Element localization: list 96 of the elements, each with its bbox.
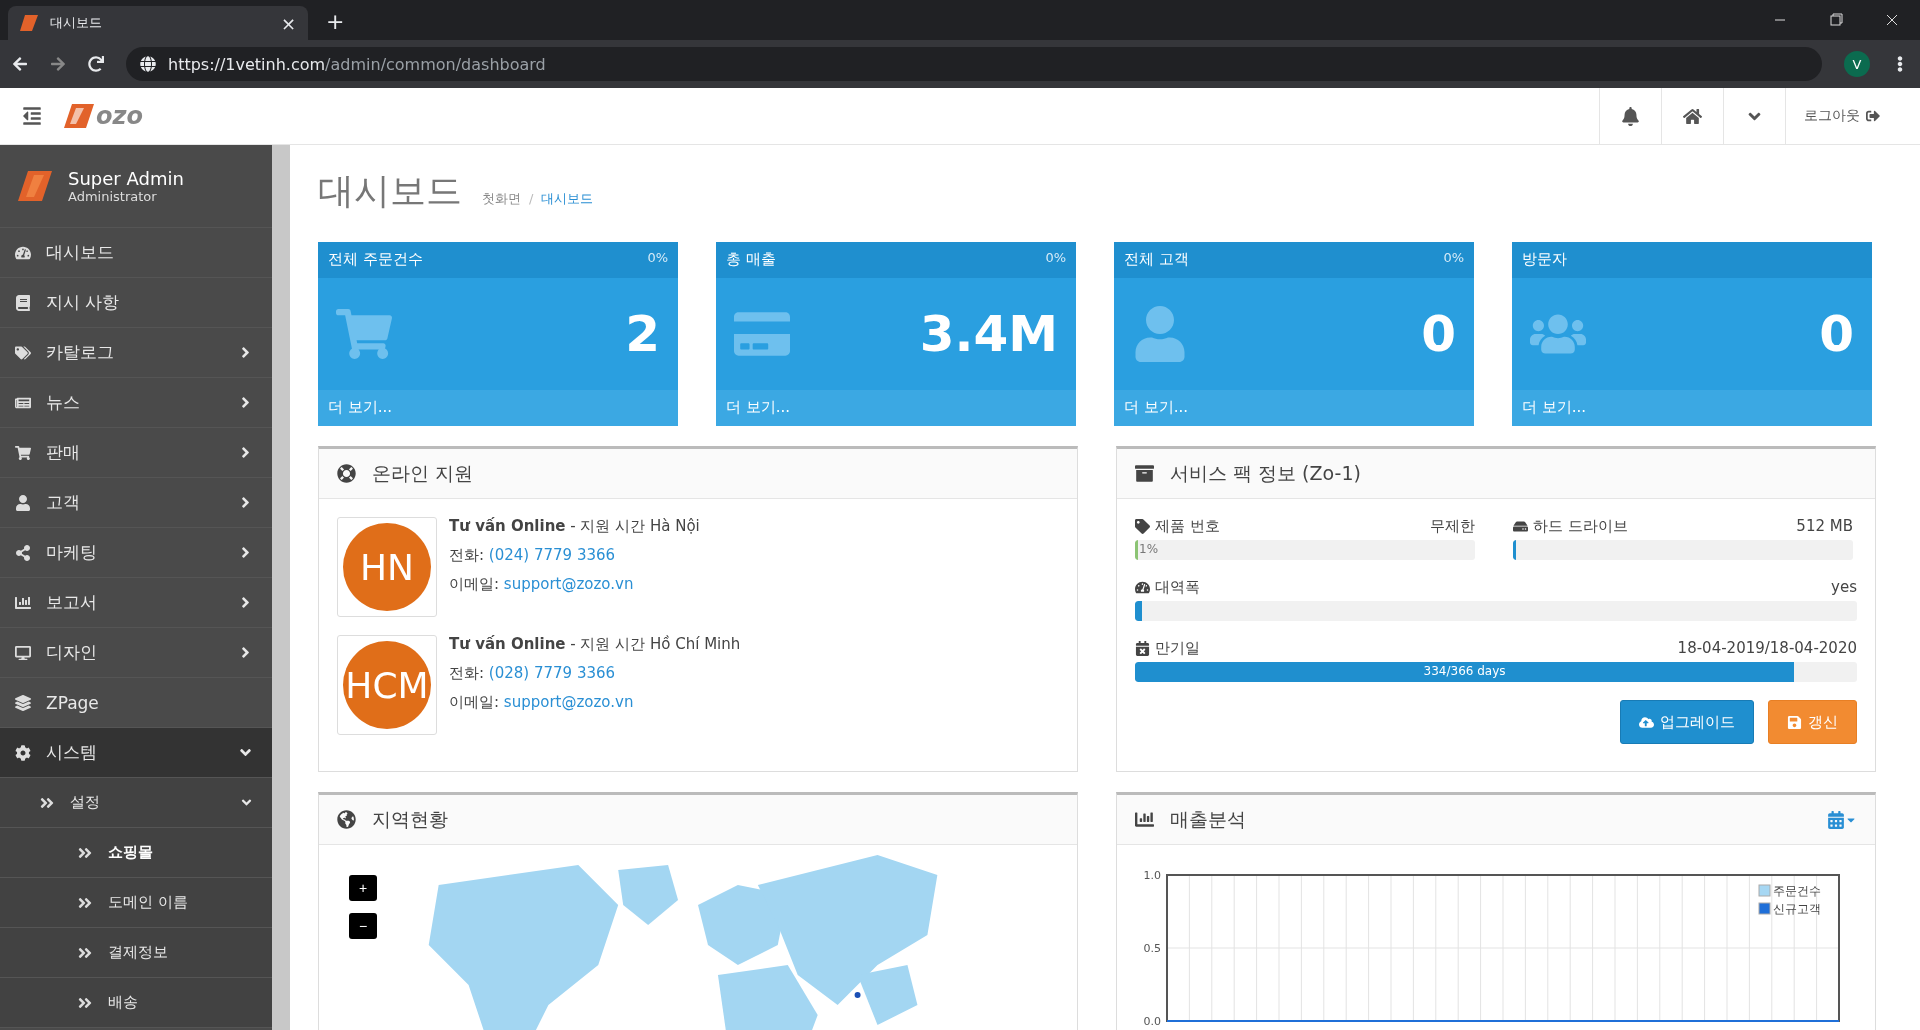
dashboard-icon (1135, 580, 1150, 595)
calendar-icon (1135, 641, 1150, 656)
meter-value: 18-04-2019/18-04-2020 (1677, 639, 1857, 658)
breadcrumb-link[interactable]: 대시보드 (541, 190, 594, 208)
logo-icon (18, 171, 52, 201)
meter-value: yes (1831, 578, 1857, 597)
logo-text: ozo (96, 102, 143, 130)
legend-label: 주문건수 (1773, 884, 1821, 898)
dashboard-icon (14, 244, 32, 261)
meter-label: 만기일 (1155, 639, 1200, 658)
sidebar-item[interactable]: 결제정보 (0, 928, 272, 978)
card-title: 총 매출 (726, 250, 776, 270)
panel-title: 지역현황 (372, 806, 448, 832)
card-percent: 0% (1443, 250, 1464, 267)
profile-avatar[interactable]: V (1844, 51, 1870, 77)
meter-value: 무제한 (1430, 517, 1475, 536)
sign-out-icon (1866, 109, 1880, 123)
card-percent: 0% (1045, 250, 1066, 267)
axis-tick-label: 1.0 (1143, 869, 1161, 882)
panel-title: 서비스 팩 정보 (Zo-1) (1170, 460, 1361, 486)
archive-icon (1135, 464, 1154, 483)
globe-icon (337, 810, 356, 829)
progress-text: 334/366 days (1422, 664, 1507, 678)
legend-label: 신규고객 (1773, 902, 1821, 916)
tags-icon (14, 344, 32, 361)
globe-icon (140, 56, 156, 72)
progress-text: 1% (1138, 542, 1159, 556)
phone-line: 전화: (028) 7779 3366 (449, 664, 617, 683)
card-title: 전체 고객 (1124, 250, 1189, 270)
email-line: 이메일: support@zozo.vn (449, 693, 635, 712)
axis-tick-label: 0.0 (1143, 1015, 1161, 1028)
sidebar-item[interactable]: 쇼핑몰 (0, 828, 272, 878)
url-text: https://1vetinh.com/admin/common/dashboard (168, 54, 546, 74)
meter-label: 하드 드라이브 (1533, 517, 1628, 536)
bar-chart-icon (14, 594, 32, 611)
zoom-in-button[interactable]: + (349, 875, 377, 901)
user-role: Administrator (68, 189, 158, 204)
contact-heading: Tư vấn Online - 지원 시간 Hà Nội (449, 517, 700, 536)
breadcrumb-link[interactable]: 첫화면 (482, 190, 521, 208)
logo-icon (64, 104, 94, 128)
email-link[interactable]: support@zozo.vn (503, 575, 634, 593)
upgrade-button[interactable]: 업그레이드 (1620, 700, 1754, 744)
panel-title: 온라인 지원 (372, 460, 474, 486)
cart-icon (336, 306, 392, 362)
card-value: 2 (625, 305, 660, 363)
card-title: 전체 주문건수 (328, 250, 423, 270)
avatar: HCM (343, 641, 431, 729)
sidebar-item[interactable]: 설정 (0, 778, 272, 828)
phone-link[interactable]: (028) 7779 3366 (488, 664, 616, 682)
layers-icon (14, 694, 32, 711)
forward-icon[interactable] (50, 56, 66, 72)
axis-tick-label: 0.5 (1143, 942, 1161, 955)
cart-icon (14, 444, 32, 461)
logo-icon (20, 15, 38, 31)
address-field[interactable]: https://1vetinh.com/admin/common/dashboard (126, 47, 1822, 81)
card-value: 3.4M (919, 305, 1058, 363)
reload-icon[interactable] (88, 56, 104, 72)
meter-label: 대역폭 (1155, 578, 1200, 597)
calendar-icon (1827, 810, 1845, 829)
book-icon (14, 294, 32, 311)
phone-line: 전화: (024) 7779 3366 (449, 546, 617, 565)
logout-link[interactable]: 로그아웃 (1785, 88, 1898, 144)
card-title: 방문자 (1522, 250, 1567, 270)
gear-icon (14, 744, 32, 761)
user-icon (14, 494, 32, 511)
sidebar-item[interactable]: 시스템 (0, 728, 272, 778)
sidebar-item[interactable]: 배송 (0, 978, 272, 1028)
lifebuoy-icon (337, 464, 356, 483)
zoom-out-button[interactable]: − (349, 913, 377, 939)
meter-label: 제품 번호 (1155, 517, 1220, 536)
save-icon (1787, 714, 1802, 730)
user-name: Super Admin (68, 168, 184, 189)
bar-chart-icon (1135, 810, 1154, 829)
browser-tab[interactable]: 대시보드 × (8, 6, 308, 40)
close-icon[interactable]: × (280, 12, 296, 34)
cloud-upload-icon (1639, 714, 1654, 730)
phone-link[interactable]: (024) 7779 3366 (488, 546, 616, 564)
sidebar-item[interactable]: 도메인 이름 (0, 878, 272, 928)
panel-title: 매출분석 (1170, 806, 1246, 832)
avatar: HN (343, 523, 431, 611)
email-line: 이메일: support@zozo.vn (449, 575, 635, 594)
breadcrumb-separator: / (529, 191, 534, 206)
hard-drive-icon (1513, 519, 1528, 534)
back-icon[interactable] (12, 56, 28, 72)
meter-value: 512 MB (1796, 517, 1853, 536)
share-icon (14, 544, 32, 561)
email-link[interactable]: support@zozo.vn (503, 693, 634, 711)
calendar-dropdown[interactable] (1827, 810, 1857, 829)
new-tab-button[interactable]: + (326, 9, 345, 34)
tag-icon (1135, 519, 1150, 534)
contact-heading: Tư vấn Online - 지원 시간 Hồ Chí Minh (449, 635, 741, 654)
page-title: 대시보드 (318, 169, 462, 213)
monitor-icon (14, 644, 32, 661)
card-value: 0 (1421, 305, 1456, 363)
card-value: 0 (1819, 305, 1854, 363)
card-percent: 0% (647, 250, 668, 267)
